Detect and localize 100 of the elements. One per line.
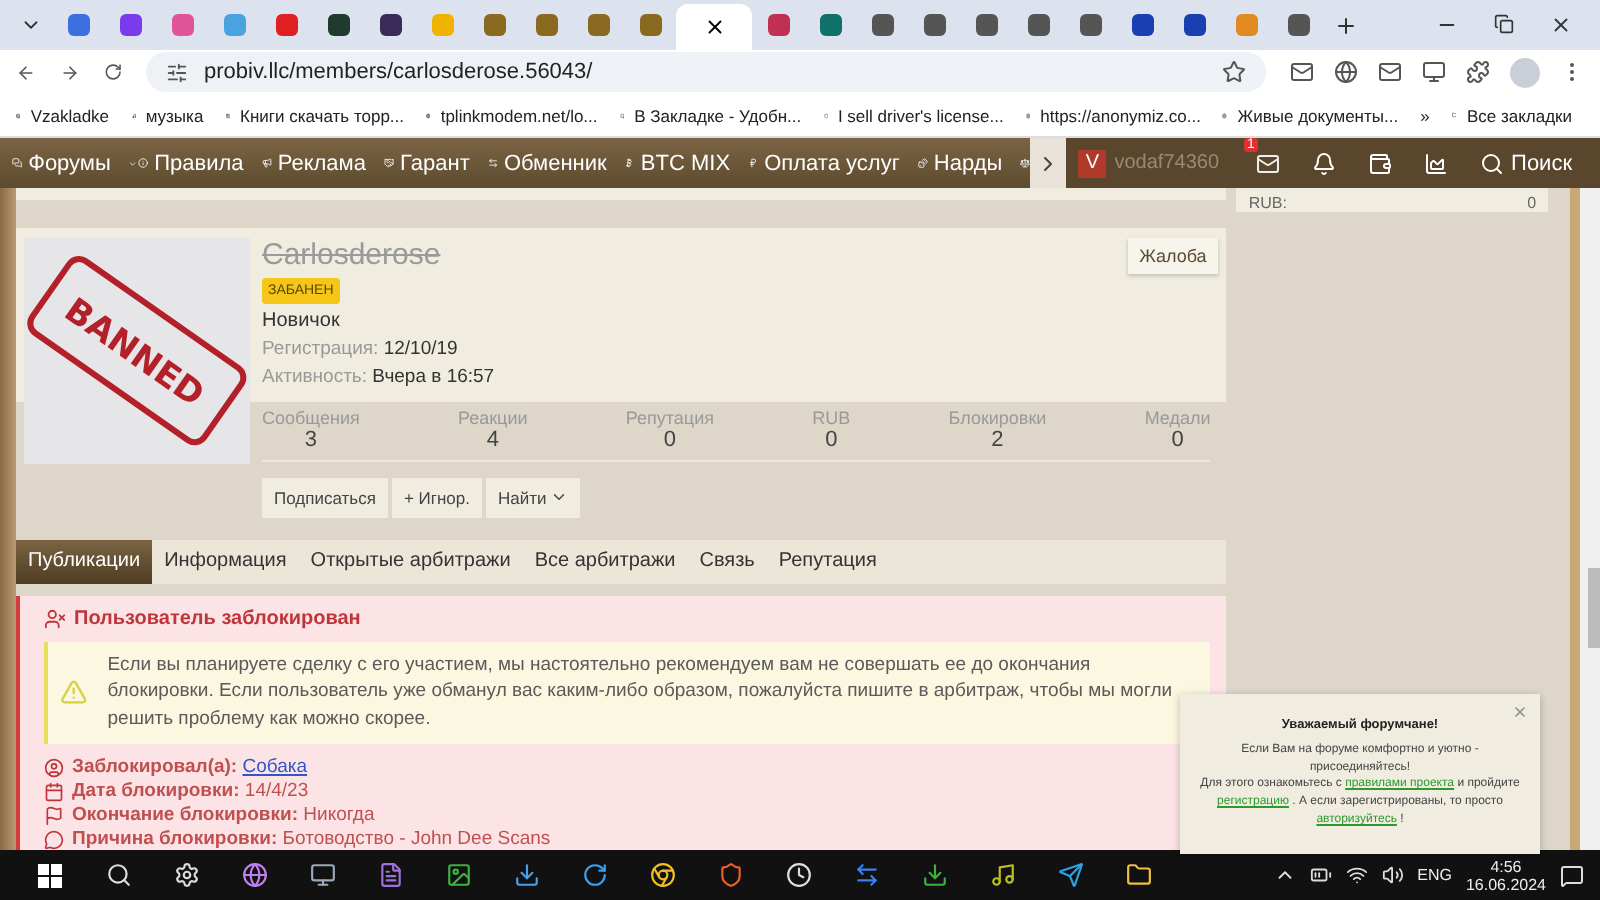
plus-icon <box>1334 13 1358 37</box>
inbox-icon[interactable] <box>1255 151 1280 175</box>
close-icon <box>703 16 725 38</box>
favicon-icon <box>1027 14 1049 36</box>
stat-value: 0 <box>663 427 676 452</box>
profile-tab[interactable]: Информация <box>152 539 299 584</box>
ban-detail: Заблокировал(а): Собака <box>72 756 308 778</box>
search-icon <box>1479 151 1504 175</box>
report-button[interactable]: Жалоба <box>1127 237 1219 274</box>
user-link[interactable]: Собака <box>242 756 308 778</box>
wallet-icon[interactable] <box>1367 151 1392 175</box>
flag-icon <box>44 805 64 825</box>
stat-label: Медали <box>1144 407 1211 428</box>
envelope-icon[interactable] <box>1378 60 1402 84</box>
profile-tab[interactable]: Все арбитражи <box>522 539 688 584</box>
stat-value: 0 <box>825 427 838 452</box>
bookmark-link[interactable]: Живые документы... <box>1237 105 1399 125</box>
all-bookmarks-link[interactable]: Все закладки <box>1466 105 1572 125</box>
profile-tab[interactable]: Связь <box>687 539 767 584</box>
favicon-icon <box>431 14 453 36</box>
battery-icon[interactable] <box>1309 864 1332 886</box>
favicon-icon <box>67 14 89 36</box>
info-icon <box>138 152 149 174</box>
favicon-icon <box>275 14 297 36</box>
site-settings-icon <box>166 61 188 83</box>
favicon-icon <box>587 14 609 36</box>
profile-tab[interactable]: Публикации <box>16 539 153 584</box>
stat-value: 4 <box>486 427 499 452</box>
favicon-icon <box>1079 14 1101 36</box>
action-button[interactable]: + Игнор. <box>391 477 482 518</box>
bookmark-link[interactable]: Vzakladke <box>30 105 110 125</box>
user-circle-icon <box>44 757 64 777</box>
scroll-right-button[interactable] <box>1030 138 1067 188</box>
search-link[interactable]: Поиск <box>1463 151 1600 175</box>
stat-label: RUB <box>812 407 851 428</box>
ban-detail: Дата блокировки: 14/4/23 <box>72 780 309 802</box>
clock-date: 16.06.2024 <box>1465 875 1546 893</box>
nav-link[interactable]: Обменник <box>497 138 625 188</box>
wifi-icon[interactable] <box>1345 864 1368 886</box>
favicon-icon <box>327 14 349 36</box>
scrollbar-thumb[interactable] <box>1588 568 1600 648</box>
notifications-icon[interactable] <box>1560 863 1584 887</box>
balance-label: RUB: <box>1248 194 1287 212</box>
user-avatar: V <box>1078 149 1107 177</box>
action-button[interactable]: Подписаться <box>262 477 388 518</box>
star-icon[interactable] <box>1222 60 1246 84</box>
profile-tab[interactable]: Открытые арбитражи <box>298 539 523 584</box>
nav-link[interactable]: Нарды <box>927 138 1021 188</box>
favicon-icon <box>923 14 945 36</box>
volume-icon[interactable] <box>1381 864 1404 886</box>
bookmark-link[interactable]: I sell driver's license... <box>837 105 1004 125</box>
clock-time: 4:56 <box>1490 857 1522 875</box>
address-bar[interactable]: probiv.llc/members/carlosderose.56043/ <box>146 52 1266 92</box>
speech-bubble-icon <box>44 829 64 849</box>
favicon-icon <box>379 14 401 36</box>
favicon-icon <box>871 14 893 36</box>
calendar-icon <box>44 781 64 801</box>
bookmark-link[interactable]: Книги скачать торр... <box>240 105 405 125</box>
nav-link[interactable]: BTC MIX <box>634 138 749 188</box>
dice-icon <box>917 152 928 174</box>
favicon-icon <box>535 14 557 36</box>
bookmark-link[interactable]: В Закладке - Удобн... <box>634 105 802 125</box>
nav-link[interactable]: Форумы <box>22 138 129 188</box>
more-bookmarks-button[interactable]: » <box>1420 105 1430 125</box>
favicon-icon <box>1131 14 1153 36</box>
bell-icon[interactable] <box>1311 151 1336 175</box>
chart-icon[interactable] <box>1423 151 1448 175</box>
mail-icon[interactable] <box>1290 60 1314 84</box>
balance-value: 0 <box>1527 194 1537 212</box>
reload-icon[interactable] <box>103 60 122 84</box>
favicon-icon <box>171 14 193 36</box>
action-button[interactable]: Найти <box>485 477 581 518</box>
favicon-icon <box>639 14 661 36</box>
nav-link[interactable]: Оплата услуг <box>758 138 918 188</box>
language-indicator[interactable]: ENG <box>1417 866 1452 884</box>
monitor-icon[interactable] <box>1422 60 1446 84</box>
chat-bubbles-icon <box>12 152 23 174</box>
user-rank: Новичок <box>262 309 342 332</box>
extensions-icon[interactable] <box>1466 60 1490 84</box>
ban-detail: Окончание блокировки: Никогда <box>72 804 375 826</box>
username-title: Carlosderose <box>262 237 443 272</box>
warning-text: Если вы планируете сделку с его участием, мы настоятельно рекомендуем вам не совершать ее до окончания блокировки. Если пользователь уже обманул вас каким-либо образом, пожалуйста пишите в арбитраж, чтобы мы могли решить проблему как можно скорее. <box>107 651 1175 734</box>
stat-value: 0 <box>1171 427 1184 452</box>
user-blocked-icon <box>44 607 66 630</box>
bookmark-link[interactable]: музыка <box>145 105 204 125</box>
profile-fact: Регистрация: 12/10/19 <box>262 337 460 360</box>
nav-link[interactable]: Гарант <box>394 138 488 188</box>
globe-icon[interactable] <box>1334 60 1358 84</box>
stat-label: Блокировки <box>948 407 1047 428</box>
nav-link[interactable]: Правила <box>148 138 262 188</box>
nav-link[interactable]: Реклама <box>271 138 384 188</box>
bookmark-link[interactable]: https://anonymiz.co... <box>1040 105 1201 125</box>
ban-detail: Причина блокировки: Ботоводство - John Dee Scans <box>72 828 551 850</box>
close-icon[interactable] <box>1550 14 1572 36</box>
favicon-icon <box>223 14 245 36</box>
bookmark-link[interactable]: tplinkmodem.net/lo... <box>440 105 598 125</box>
restore-icon[interactable] <box>1494 14 1514 34</box>
stat-label: Сообщения <box>262 407 360 428</box>
stat-label: Реакции <box>458 407 528 428</box>
profile-tab[interactable]: Репутация <box>766 539 889 584</box>
